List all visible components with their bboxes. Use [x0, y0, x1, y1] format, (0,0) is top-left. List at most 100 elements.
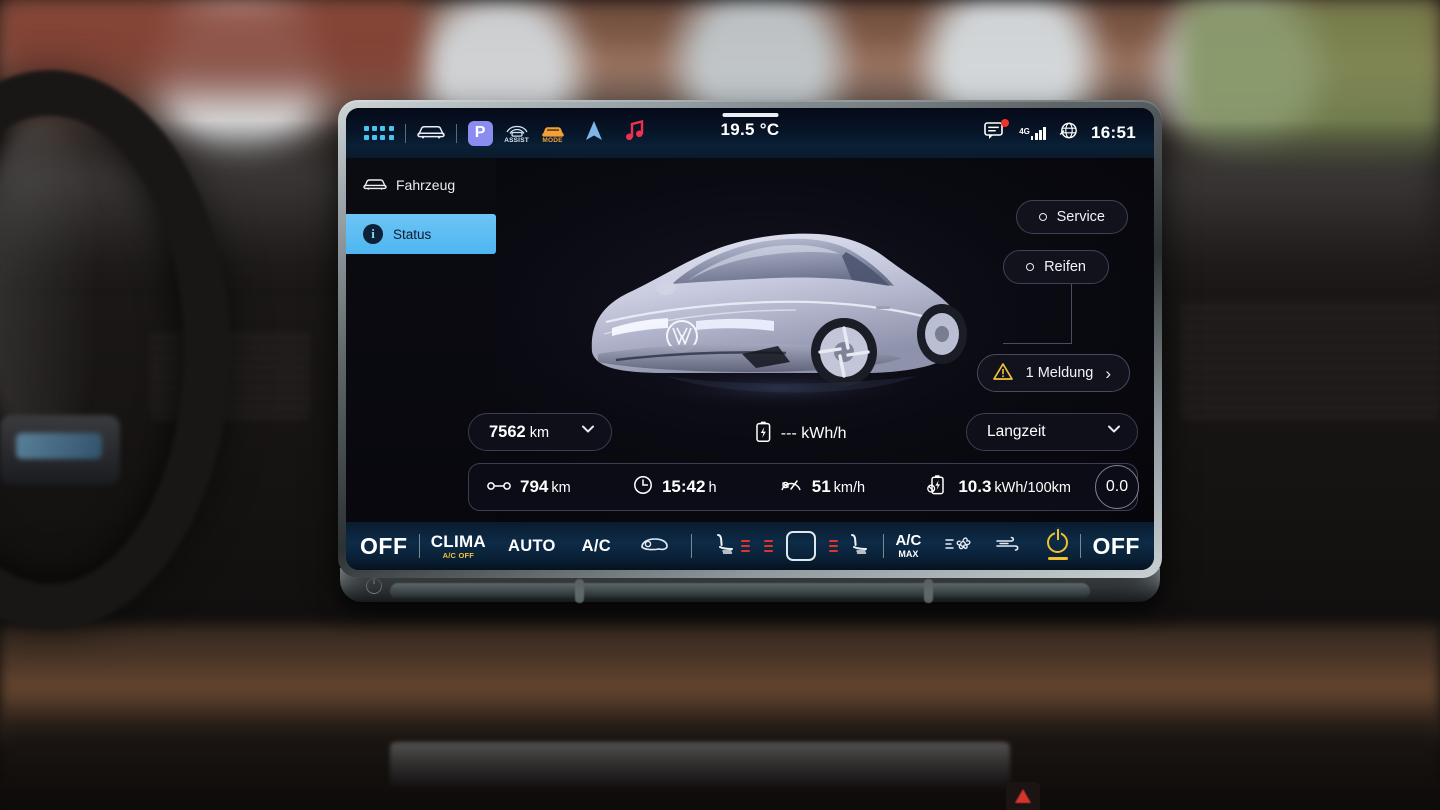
navigation-arrow-icon[interactable]	[584, 120, 604, 147]
vent-slider-right[interactable]	[924, 579, 933, 603]
right-air-vent	[1180, 300, 1440, 420]
infotainment-screen: P ASSIST MODE 19.5 °C 4G 16:51 Fahrzeug …	[346, 108, 1154, 570]
recirculation-icon[interactable]	[639, 536, 669, 557]
seat-level-indicator-center-left	[763, 540, 773, 552]
infotainment-bezel: P ASSIST MODE 19.5 °C 4G 16:51 Fahrzeug …	[338, 100, 1162, 578]
ac-max-button[interactable]: A/C MAX	[895, 533, 921, 559]
clima-sub-label: A/C OFF	[442, 550, 475, 560]
network-generation-label: 4G	[1019, 126, 1030, 136]
airflow-icon[interactable]	[995, 535, 1023, 558]
ac-button[interactable]: A/C	[582, 537, 611, 556]
duration-value: 15:42	[661, 477, 706, 496]
heated-seat-icon[interactable]	[845, 532, 869, 561]
consumption-icon	[927, 474, 949, 500]
ac-max-sub-label: MAX	[898, 548, 919, 559]
service-button[interactable]: Service	[1015, 200, 1128, 234]
consumption-value: 10.3	[958, 477, 992, 496]
message-alert-button[interactable]: 1 Meldung ›	[976, 354, 1130, 392]
console-storage-slot	[390, 742, 1010, 788]
service-button-label: Service	[1056, 209, 1105, 225]
odometer-dropdown[interactable]: 7562 km	[468, 413, 612, 451]
sidebar-title: Fahrzeug	[346, 158, 496, 194]
app-grid-icon[interactable]	[364, 126, 394, 140]
car-icon	[363, 176, 387, 194]
selector-row: 7562 km --- kWh/h Langzeit	[468, 413, 1138, 455]
ac-max-label: A/C	[895, 532, 922, 550]
power-icon	[1047, 529, 1069, 553]
vehicle-status-page: Fahrzeug i Status Service Reifen 1 Meldu…	[346, 158, 1154, 522]
climate-power-button[interactable]	[1047, 529, 1069, 560]
circle-icon	[1038, 213, 1047, 221]
signal-bars-icon: 4G	[1019, 126, 1047, 140]
charging-value: ---	[780, 425, 797, 442]
chevron-right-icon: ›	[1105, 363, 1111, 383]
charging-rate: --- kWh/h	[756, 421, 847, 447]
odometer-unit: km	[529, 424, 550, 441]
sidebar-item-label: Status	[393, 226, 432, 242]
drag-handle[interactable]	[722, 113, 778, 117]
music-note-icon[interactable]	[625, 119, 644, 146]
car-icon[interactable]	[416, 122, 445, 144]
stat-speed: 51 km/h	[779, 475, 865, 499]
chevron-down-icon	[1107, 425, 1121, 439]
distance-icon	[487, 478, 511, 496]
right-temp-off-label[interactable]: OFF	[1092, 533, 1140, 560]
mode-label: MODE	[542, 136, 563, 144]
heated-seat-left-level[interactable]	[741, 540, 751, 552]
status-divider-2	[455, 123, 457, 143]
speedometer-icon	[779, 475, 803, 499]
outside-temperature: 19.5 °C	[720, 120, 780, 139]
heated-seat-right-level[interactable]	[829, 540, 839, 552]
fan-icon[interactable]	[945, 534, 973, 559]
steering-wheel-controls[interactable]	[0, 415, 120, 485]
vehicle-render	[546, 176, 1016, 426]
status-badge[interactable]: 0.0	[1095, 465, 1139, 509]
display-power-icon[interactable]	[366, 576, 382, 594]
sidebar-item-status[interactable]: i Status	[346, 214, 496, 254]
assist-label: ASSIST	[504, 136, 529, 144]
clock: 16:51	[1091, 123, 1136, 142]
clima-label: CLIMA	[430, 531, 487, 551]
speed-unit: km/h	[833, 480, 866, 496]
odometer-value: 7562	[489, 422, 526, 441]
trip-stats-bar[interactable]: 794 km 15:42 h 51 km/h 10.3 kWh/100km 0.…	[468, 463, 1139, 511]
left-temp-off-label[interactable]: OFF	[360, 533, 408, 560]
warning-triangle-icon	[992, 362, 1014, 385]
assist-icon[interactable]: ASSIST	[504, 123, 530, 144]
battery-charging-icon	[756, 421, 771, 447]
connector-line	[976, 284, 1072, 345]
duration-unit: h	[708, 480, 717, 496]
stat-duration: 15:42 h	[633, 475, 717, 500]
park-brake-badge[interactable]: P	[467, 120, 493, 146]
auto-button[interactable]: AUTO	[508, 537, 556, 556]
stat-distance: 794 km	[487, 477, 571, 497]
circle-icon	[1026, 263, 1035, 271]
climate-divider-2	[691, 534, 693, 558]
home-square-icon[interactable]	[785, 531, 816, 561]
hazard-light-button[interactable]	[1006, 782, 1040, 810]
power-active-indicator	[1047, 557, 1068, 560]
notification-dot	[1001, 118, 1010, 127]
heated-seat-icon[interactable]	[711, 532, 735, 561]
speed-value: 51	[811, 477, 831, 496]
consumption-unit: kWh/100km	[994, 480, 1071, 496]
sidebar-title-label: Fahrzeug	[396, 177, 456, 193]
globe-icon	[1059, 121, 1078, 145]
climate-divider-4	[1080, 534, 1082, 558]
message-bubble-icon[interactable]	[984, 118, 1010, 145]
period-dropdown[interactable]: Langzeit	[966, 413, 1138, 451]
tires-button[interactable]: Reifen	[1003, 250, 1109, 284]
status-divider	[404, 123, 406, 143]
drive-mode-icon[interactable]: MODE	[541, 123, 565, 144]
climate-divider-3	[883, 534, 885, 558]
chevron-down-icon	[581, 425, 595, 439]
charging-unit: kWh/h	[801, 425, 847, 442]
clima-button[interactable]: CLIMA A/C OFF	[431, 533, 486, 560]
message-alert-label: 1 Meldung	[1025, 365, 1094, 381]
clock-icon	[633, 475, 653, 500]
info-icon: i	[363, 224, 383, 244]
temperature-display[interactable]: 19.5 °C	[721, 113, 780, 140]
climate-bar: OFF CLIMA A/C OFF AUTO A/C A/C MAX OFF	[346, 522, 1154, 570]
tires-button-label: Reifen	[1044, 259, 1086, 275]
vent-slider-left[interactable]	[575, 579, 584, 603]
